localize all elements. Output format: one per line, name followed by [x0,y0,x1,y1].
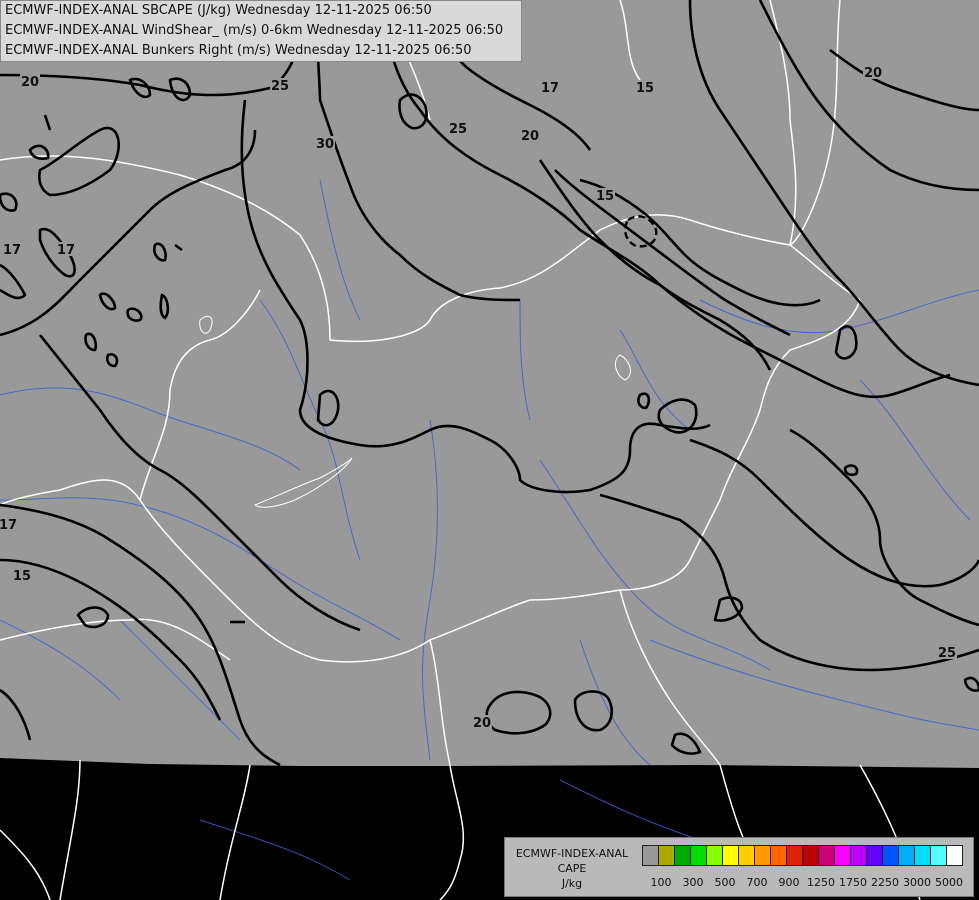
legend-tick-label: 500 [714,876,736,889]
legend-swatch [930,845,947,866]
legend-tick-label: 700 [746,876,768,889]
header-line-cape: ECMWF-INDEX-ANAL SBCAPE (J/kg) Wednesday… [5,3,432,18]
legend-swatch [898,845,915,866]
legend-unit: J/kg [561,877,583,890]
legend-swatches [642,845,963,866]
legend-swatch [866,845,883,866]
legend-tick-label: 5000 [935,876,963,889]
contour-label: 20 [864,66,882,81]
legend-swatch [882,845,899,866]
contour-label: 15 [13,569,31,584]
map-header: ECMWF-INDEX-ANAL SBCAPE (J/kg) Wednesday… [0,0,522,62]
contour-label: 17 [3,243,21,258]
legend-tick-label: 900 [778,876,800,889]
contour-label: 25 [271,79,289,94]
legend-swatch [690,845,707,866]
legend-swatch [738,845,755,866]
legend-ticks: 100 300 500 700 900 1250 1750 2250 3000 5000 [642,876,972,890]
legend-tick-label: 3000 [903,876,931,889]
legend-swatch [658,845,675,866]
contour-label: 20 [21,75,39,90]
legend-tick-label: 100 [650,876,672,889]
contour-label: 17 [0,518,17,533]
contour-label: 20 [521,129,539,144]
contour-label: 25 [938,646,956,661]
legend-swatch [818,845,835,866]
legend-swatch [786,845,803,866]
analysis-domain [0,0,979,768]
legend-swatch [834,845,851,866]
legend-swatch [914,845,931,866]
legend-tick-label: 2250 [871,876,899,889]
legend-model: ECMWF-INDEX-ANAL [515,847,629,860]
weather-map: 20 25 30 25 17 15 20 20 15 17 17 17 15 20 25 [0,0,979,900]
legend-tick-label: 1750 [839,876,867,889]
contour-label: 30 [316,137,334,152]
contour-label: 20 [473,716,491,731]
contour-label: 15 [636,81,654,96]
contour-label: 17 [57,243,75,258]
legend-swatch [802,845,819,866]
legend-swatch [946,845,963,866]
legend-swatch [770,845,787,866]
legend-swatch [754,845,771,866]
header-line-bunkers: ECMWF-INDEX-ANAL Bunkers Right (m/s) Wed… [5,43,472,58]
legend-swatch [706,845,723,866]
cape-legend: ECMWF-INDEX-ANAL CAPE J/kg 100 300 500 700 9… [504,837,974,897]
legend-swatch [674,845,691,866]
legend-swatch [722,845,739,866]
legend-title: ECMWF-INDEX-ANAL CAPE J/kg [507,846,637,891]
legend-swatch [850,845,867,866]
header-line-windshear: ECMWF-INDEX-ANAL WindShear_ (m/s) 0-6km … [5,23,504,38]
contour-label: 17 [541,81,559,96]
legend-swatch [642,845,659,866]
legend-tick-label: 1250 [807,876,835,889]
contour-label: 15 [596,189,614,204]
contour-label: 25 [449,122,467,137]
legend-param: CAPE [557,862,587,875]
legend-tick-label: 300 [682,876,704,889]
